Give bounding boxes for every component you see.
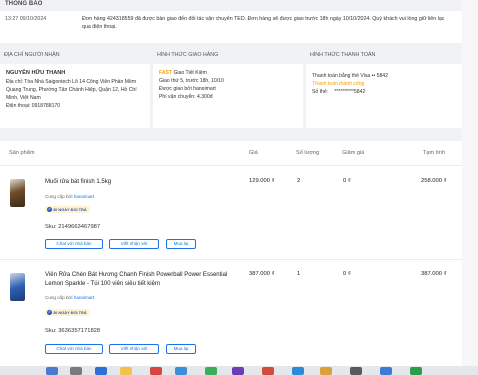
products-table: Sản phẩm Giá Số lượng Giảm giá Tạm tính …	[0, 141, 462, 366]
product-sku: Sku: 3636357171828	[45, 328, 101, 334]
write-review-button[interactable]: Viết nhận xét	[109, 344, 159, 354]
divider	[0, 165, 462, 166]
shipping-eta: Giao thứ 5, trước 18h, 10/10	[159, 78, 224, 84]
taskbar	[0, 366, 478, 375]
product-image[interactable]	[10, 273, 25, 301]
folder-icon[interactable]	[120, 367, 132, 375]
product-supplier: Cung cấp bởi hanoimart	[45, 194, 94, 199]
shipping-method: Giao Tiết Kiệm	[172, 70, 207, 76]
product-name[interactable]: Muối rửa bát finish 1.5kg	[45, 178, 235, 187]
search-icon[interactable]	[70, 367, 82, 375]
product-name[interactable]: Viên Rửa Chén Bát Hương Chanh Finish Pow…	[45, 271, 235, 289]
product-sku: Sku: 2149663467987	[45, 224, 101, 230]
check-icon: ✓	[47, 310, 52, 315]
payment-card: Thanh toán bằng thẻ Visa •• 5842 Thanh t…	[306, 64, 462, 128]
buy-again-button[interactable]: Mua lại	[166, 344, 196, 354]
shipping-title: HÌNH THỨC GIAO HÀNG	[157, 52, 219, 58]
payment-status: Thanh toán thành công	[312, 81, 365, 87]
product-qty: 2	[297, 178, 301, 184]
edge-icon[interactable]	[175, 367, 187, 375]
app-icon[interactable]	[320, 367, 332, 375]
return-badge-label: 30 NGÀY ĐỔI TRẢ	[53, 207, 87, 212]
shipping-fee: Phí vận chuyển: 4.300đ	[159, 94, 213, 100]
notice-message: Đơn hàng 424318559 đã được bàn giao đến …	[82, 16, 445, 30]
header-price: Giá	[249, 150, 258, 156]
scrollbar[interactable]	[462, 0, 478, 366]
chat-seller-button[interactable]: Chat với nhà bán	[45, 344, 103, 354]
buy-again-button[interactable]: Mua lại	[166, 239, 196, 249]
product-price: 387.000 ₫	[249, 271, 275, 277]
chat-seller-button[interactable]: Chat với nhà bán	[45, 239, 103, 249]
return-badge: ✓ 30 NGÀY ĐỔI TRẢ	[45, 309, 90, 316]
teams-icon[interactable]	[232, 367, 244, 375]
app-icon[interactable]	[292, 367, 304, 375]
shipped-by-value: hanoimart	[193, 86, 216, 92]
app-icon[interactable]	[262, 367, 274, 375]
fast-label: FAST	[159, 70, 173, 76]
header-discount: Giảm giá	[342, 150, 365, 156]
check-icon: ✓	[47, 207, 52, 212]
shipped-by-label: Được giao bởi	[159, 86, 194, 92]
recipient-address: Địa chỉ: Tòa Nhà Saigontech Lô 14 Công V…	[6, 79, 137, 101]
app-icon[interactable]	[350, 367, 362, 375]
shipping-card: FAST Giao Tiết Kiệm Giao thứ 5, trước 18…	[153, 64, 303, 128]
address-card: NGUYỄN HỮU THANH Địa chỉ: Tòa Nhà Saigon…	[0, 64, 150, 128]
taskview-icon[interactable]	[95, 367, 107, 375]
product-subtotal: 258.000 ₫	[421, 178, 447, 184]
notice-time: 13:27 09/10/2024	[5, 16, 47, 22]
header-qty: Số lượng	[296, 150, 320, 156]
app-icon[interactable]	[410, 367, 422, 375]
divider	[0, 259, 462, 260]
product-qty: 1	[297, 271, 301, 277]
return-badge: ✓ 30 NGÀY ĐỔI TRẢ	[45, 206, 90, 213]
supplier-link[interactable]: hanoimart	[74, 194, 94, 199]
card-number-label: Số thẻ:	[312, 89, 329, 95]
payment-method: Thanh toán bằng thẻ Visa •• 5842	[312, 73, 388, 79]
supplier-link[interactable]: hanoimart	[74, 295, 94, 300]
product-supplier: Cung cấp bởi hanoimart	[45, 295, 94, 300]
header-subtotal: Tạm tính	[423, 150, 446, 156]
product-discount: 0 ₫	[343, 271, 351, 277]
card-number: **********5842	[334, 89, 366, 95]
notice-title: THÔNG BÁO	[5, 1, 43, 7]
recipient-phone: Điện thoại: 0918788170	[6, 103, 61, 109]
product-discount: 0 ₫	[343, 178, 351, 184]
chrome-icon[interactable]	[150, 367, 162, 375]
supplier-label: Cung cấp bởi	[45, 194, 74, 199]
product-subtotal: 387.000 ₫	[421, 271, 447, 277]
recipient-name: NGUYỄN HỮU THANH	[6, 70, 66, 76]
start-icon[interactable]	[46, 367, 58, 375]
write-review-button[interactable]: Viết nhận xét	[109, 239, 159, 249]
notice-panel: 13:27 09/10/2024 Đơn hàng 424318559 đã đ…	[0, 11, 462, 43]
product-price: 129.000 ₫	[249, 178, 275, 184]
payment-title: HÌNH THỨC THANH TOÁN	[310, 52, 376, 58]
address-title: ĐỊA CHỈ NGƯỜI NHẬN	[4, 52, 60, 58]
return-badge-label: 30 NGÀY ĐỔI TRẢ	[53, 310, 87, 315]
header-product: Sản phẩm	[9, 150, 35, 156]
supplier-label: Cung cấp bởi	[45, 295, 74, 300]
app-icon[interactable]	[380, 367, 392, 375]
product-image[interactable]	[10, 179, 25, 207]
excel-icon[interactable]	[205, 367, 217, 375]
